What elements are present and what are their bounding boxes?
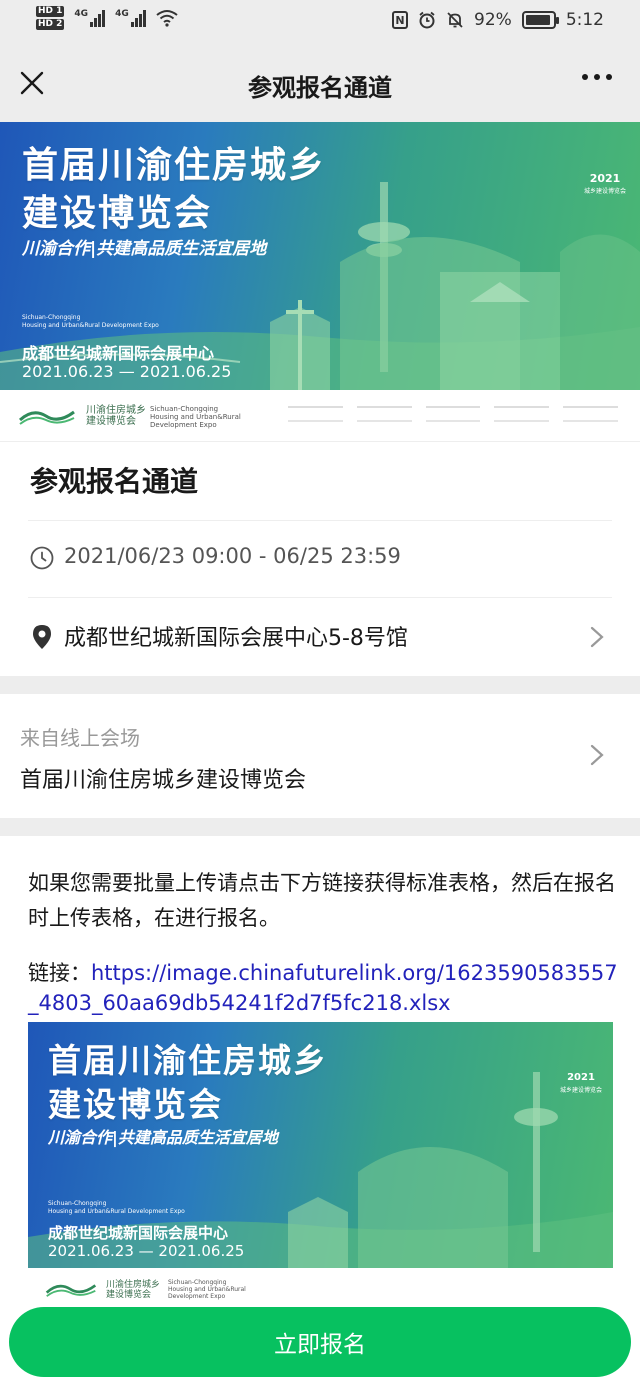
template-download-link[interactable]: https://image.chinafuturelink.org/162359… xyxy=(28,961,618,1015)
chevron-right-icon[interactable] xyxy=(590,744,604,766)
event-banner-image: 首届川渝住房城乡 建设博览会 川渝合作|共建高品质生活宜居地 Sichuan-C… xyxy=(0,122,640,390)
banner2-year-caption: 城乡建设博览会 xyxy=(559,1087,602,1094)
signal-2-icon: 4G xyxy=(115,9,146,27)
logo-en-line3: Development Expo xyxy=(150,421,217,429)
banner2-title-line1: 首届川渝住房城乡 xyxy=(48,1041,328,1080)
nav-bar: 参观报名通道 xyxy=(0,44,640,122)
divider xyxy=(28,597,612,598)
page-title: 参观报名通道 xyxy=(248,74,392,102)
battery-percent: 92% xyxy=(474,10,512,30)
banner-english-line1: Sichuan-Chongqing xyxy=(22,314,81,321)
divider xyxy=(28,520,612,521)
logo-cn-text: 川渝住房城乡 建设博览会 xyxy=(86,405,146,427)
source-name[interactable]: 首届川渝住房城乡建设博览会 xyxy=(20,762,306,794)
logo-en-text: Sichuan-Chongqing Housing and Urban&Rura… xyxy=(150,405,241,429)
logo-en-line2: Housing and Urban&Rural xyxy=(150,413,241,421)
banner2-dates: 2021.06.23 — 2021.06.25 xyxy=(48,1242,245,1260)
banner-subtitle: 川渝合作|共建高品质生活宜居地 xyxy=(22,239,267,259)
event-title: 参观报名通道 xyxy=(30,465,199,498)
nfc-icon: N xyxy=(392,11,409,29)
status-bar: HD 1 HD 2 4G 4G N 92% 5:12 xyxy=(0,0,640,44)
event-location[interactable]: 成都世纪城新国际会展中心5-8号馆 xyxy=(64,620,408,652)
logo2-en-line1: Sichuan-Chongqing xyxy=(168,1279,227,1286)
template-link-block: 链接：https://image.chinafuturelink.org/162… xyxy=(28,958,618,1018)
event-time: 2021/06/23 09:00 - 06/25 23:59 xyxy=(64,544,401,568)
banner2-venue: 成都世纪城新国际会展中心 xyxy=(48,1224,229,1242)
banner2-subtitle: 川渝合作|共建高品质生活宜居地 xyxy=(48,1128,278,1147)
link-prefix: 链接： xyxy=(28,961,91,985)
logo2-en-text: Sichuan-Chongqing Housing and Urban&Rura… xyxy=(168,1279,246,1300)
status-right: N 92% 5:12 xyxy=(392,10,604,30)
hd-indicator: HD 1 HD 2 xyxy=(36,6,65,30)
logo2-en-line2: Housing and Urban&Rural xyxy=(168,1286,246,1293)
banner2-title-line2: 建设博览会 xyxy=(48,1085,223,1124)
chevron-right-icon[interactable] xyxy=(590,626,604,648)
banner-year-caption: 城乡建设博览会 xyxy=(583,188,626,195)
location-pin-icon xyxy=(33,625,51,649)
banner-venue: 成都世纪城新国际会展中心 xyxy=(22,344,215,363)
banner-dates: 2021.06.23 — 2021.06.25 xyxy=(22,362,232,381)
alarm-icon xyxy=(419,11,435,29)
source-venue-card[interactable]: 来自线上会场 首届川渝住房城乡建设博览会 xyxy=(0,694,640,818)
event-banner-image-2: 首届川渝住房城乡 建设博览会 川渝合作|共建高品质生活宜居地 Sichuan-C… xyxy=(28,1022,613,1268)
hd1-badge: HD 1 xyxy=(36,6,65,17)
banner-title-line1: 首届川渝住房城乡 xyxy=(22,145,327,186)
logo-en-line1: Sichuan-Chongqing xyxy=(150,405,219,413)
logo-cn-line1: 川渝住房城乡 xyxy=(86,405,146,416)
status-left: HD 1 HD 2 4G 4G xyxy=(36,6,178,30)
banner2-year-mark: 2021 xyxy=(567,1072,595,1083)
net1-label: 4G xyxy=(74,9,89,19)
logo2-cn-text: 川渝住房城乡 建设博览会 xyxy=(106,1280,160,1300)
wifi-icon xyxy=(156,10,178,27)
hd2-badge: HD 2 xyxy=(36,19,65,30)
banner-logo-strip: 川渝住房城乡 建设博览会 Sichuan-Chongqing Housing a… xyxy=(0,390,640,442)
organizer-columns xyxy=(288,404,618,426)
event-description: 如果您需要批量上传请点击下方链接获得标准表格，然后在报名时上传表格，在进行报名。… xyxy=(0,836,640,1387)
expo-logo-icon xyxy=(45,1284,97,1297)
logo2-cn-line1: 川渝住房城乡 xyxy=(106,1280,161,1290)
source-label: 来自线上会场 xyxy=(20,726,140,750)
logo2-cn-line2: 建设博览会 xyxy=(106,1290,152,1300)
banner2-english-line2: Housing and Urban&Rural Development Expo xyxy=(48,1208,185,1215)
logo2-en-line3: Development Expo xyxy=(168,1293,226,1300)
event-info-card: 参观报名通道 2021/06/23 09:00 - 06/25 23:59 成都… xyxy=(0,442,640,676)
clock-icon xyxy=(30,546,54,570)
banner-year-mark: 2021 xyxy=(589,172,621,185)
net2-label: 4G xyxy=(115,9,129,19)
more-menu-icon[interactable] xyxy=(582,74,612,80)
clock: 5:12 xyxy=(565,10,604,30)
battery-icon xyxy=(521,11,559,29)
banner2-english-line1: Sichuan-Chongqing xyxy=(48,1200,107,1207)
expo-logo-icon xyxy=(18,410,75,425)
description-paragraph: 如果您需要批量上传请点击下方链接获得标准表格，然后在报名时上传表格，在进行报名。 xyxy=(28,871,616,930)
signal-1-icon: 4G xyxy=(74,9,106,27)
register-now-button[interactable]: 立即报名 xyxy=(9,1307,631,1377)
banner-english-line2: Housing and Urban&Rural Development Expo xyxy=(22,322,159,329)
banner-title-line2: 建设博览会 xyxy=(22,193,213,234)
banner2-logo-strip: 川渝住房城乡 建设博览会 Sichuan-Chongqing Housing a… xyxy=(28,1268,613,1308)
logo-cn-line2: 建设博览会 xyxy=(86,416,136,427)
mute-bell-icon xyxy=(447,12,463,28)
